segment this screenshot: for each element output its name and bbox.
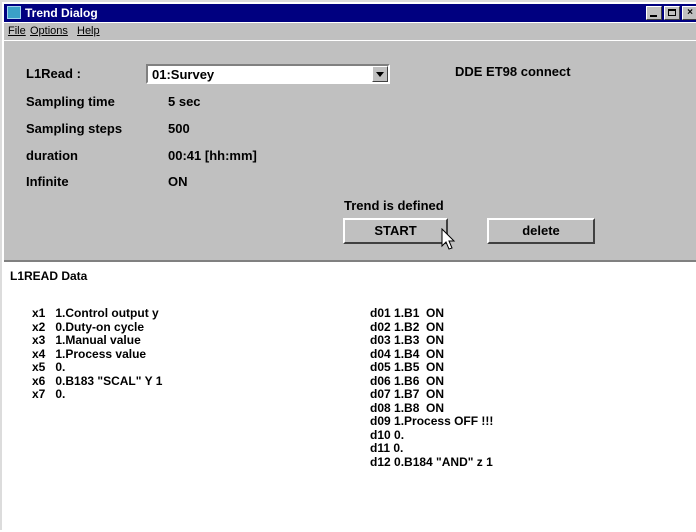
chevron-down-icon[interactable] (372, 66, 388, 82)
minimize-button[interactable] (646, 6, 662, 20)
dde-status: DDE ET98 connect (455, 64, 571, 79)
list-item: x7 0. (32, 387, 66, 401)
app-icon (7, 6, 21, 19)
mouse-pointer-icon (441, 228, 456, 250)
list-item: d01 1.B1 ON (370, 306, 445, 320)
sampling-time-value: 5 sec (168, 94, 201, 109)
window-title: Trend Dialog (25, 6, 98, 20)
list-item: d11 0. (370, 441, 404, 455)
list-item: x6 0.B183 "SCAL" Y 1 (32, 373, 163, 388)
list-item: d07 1.B7 ON (370, 387, 445, 401)
menu-bar: File Options Help (4, 23, 696, 40)
window-controls: × (646, 6, 696, 20)
x-items-list: x1 1.Control output y x2 0.Duty-on cycle… (32, 306, 163, 402)
start-button[interactable]: START (343, 218, 448, 244)
close-icon: × (687, 7, 693, 18)
list-item: d05 1.B5 ON (370, 360, 445, 374)
list-item: x1 1.Control output y (32, 306, 159, 320)
list-item: d03 1.B3 ON (370, 333, 445, 347)
menu-help[interactable]: Help (77, 25, 100, 37)
list-item: x4 1.Process value (32, 346, 147, 361)
data-section: L1READ Data x1 1.Control output y x2 0.D… (4, 262, 696, 532)
title-bar[interactable]: Trend Dialog × (4, 4, 696, 22)
list-item: d09 1.Process OFF !!! (370, 414, 494, 428)
d-items-list: d01 1.B1 ON d02 1.B2 ON d03 1.B3 ON d04 … (370, 306, 494, 469)
maximize-button[interactable] (664, 6, 680, 20)
list-item: d06 1.B6 ON (370, 373, 445, 388)
read-label: L1Read : (26, 66, 81, 81)
trend-dialog-window: Trend Dialog × File Options Help L1Read … (0, 0, 696, 532)
infinite-label: Infinite (26, 174, 69, 189)
list-item: x5 0. (32, 360, 66, 374)
list-item: d02 1.B2 ON (370, 319, 445, 334)
data-section-title: L1READ Data (10, 269, 88, 283)
list-item: d08 1.B8 ON (370, 400, 445, 415)
menu-file[interactable]: File (8, 25, 26, 37)
list-item: d04 1.B4 ON (370, 346, 445, 361)
menu-options[interactable]: Options (30, 25, 68, 37)
list-item: d10 0. (370, 427, 405, 442)
infinite-value: ON (168, 174, 188, 189)
sampling-steps-value: 500 (168, 121, 190, 136)
read-select-value: 01:Survey (152, 67, 215, 82)
settings-panel: L1Read : 01:Survey DDE ET98 connect Samp… (4, 41, 696, 260)
sampling-time-label: Sampling time (26, 94, 115, 109)
duration-label: duration (26, 148, 78, 163)
list-item: x2 0.Duty-on cycle (32, 319, 145, 334)
trend-status: Trend is defined (344, 198, 444, 213)
read-select[interactable]: 01:Survey (146, 64, 390, 84)
sampling-steps-label: Sampling steps (26, 121, 123, 136)
list-item: x3 1.Manual value (32, 333, 141, 347)
duration-value: 00:41 [hh:mm] (168, 148, 257, 163)
close-button[interactable]: × (682, 6, 696, 20)
delete-button[interactable]: delete (487, 218, 595, 244)
list-item: d12 0.B184 "AND" z 1 (370, 454, 493, 469)
minimize-icon (650, 15, 657, 17)
maximize-icon (668, 9, 676, 16)
